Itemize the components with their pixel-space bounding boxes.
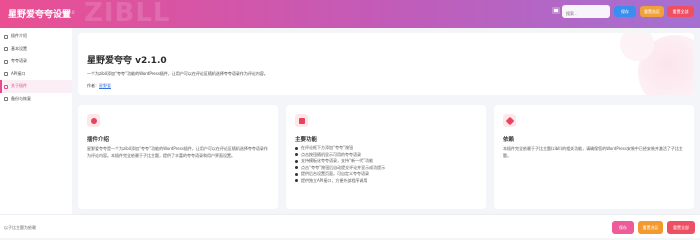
dependency-card: 依赖 本插件完全依赖于子比主题(zibll)的相关功能，请确保您的WordPre…	[494, 105, 694, 209]
card-title: 依赖	[503, 137, 515, 143]
author-label: 作者：	[87, 83, 99, 88]
backup-icon	[4, 97, 8, 102]
card-text: 星野爱夸夸是一个为zibll添加“夸夸”功能的WordPress插件，让用户可以…	[87, 146, 268, 158]
sidebar-item-label: 插件介绍	[11, 33, 27, 38]
sidebar-item-label: API接口	[11, 70, 26, 76]
plugin-icon	[503, 114, 516, 127]
plugin-title: 星野爱夸夸 v2.1.0	[87, 56, 167, 66]
card-title: 插件介绍	[87, 137, 110, 143]
sidebar-item-intro[interactable]: 插件介绍	[0, 30, 72, 43]
version-label: v2.1.0	[62, 10, 75, 15]
home-icon	[4, 34, 8, 39]
expand-icon[interactable]	[552, 7, 560, 14]
sidebar-item-label: 基本设置	[11, 45, 27, 51]
sidebar: 插件介绍 基本设置 夸夸语录 API接口 关于插件 备份与恢复	[0, 28, 72, 214]
sidebar-item-about[interactable]: 关于插件	[0, 80, 72, 93]
features-card: 主要功能 在评论框下方添加“夸夸”按钮 点击按钮随机显示可用的夸夸语录 支持模板…	[286, 105, 486, 209]
footer-bar: 以子比主题为依赖 保存 重置选区 重置全部	[0, 214, 700, 238]
main-content: 星野爱夸夸 v2.1.0 一个为zibll添加“夸夸”功能的WordPress插…	[78, 33, 694, 209]
info-icon	[4, 84, 8, 89]
intro-panel: 星野爱夸夸 v2.1.0 一个为zibll添加“夸夸”功能的WordPress插…	[78, 33, 694, 95]
author-link[interactable]: 星野爱	[99, 83, 111, 88]
sidebar-item-label: 夸夸语录	[11, 58, 27, 64]
sidebar-item-quotes[interactable]: 夸夸语录	[0, 55, 72, 68]
header-watermark: ZIBLL	[84, 0, 171, 28]
gear-icon	[4, 47, 8, 52]
info-icon	[87, 114, 100, 127]
sidebar-item-label: 备份与恢复	[11, 95, 31, 101]
footer-note: 以子比主题为依赖	[4, 225, 36, 230]
sidebar-item-basic[interactable]: 基本设置	[0, 43, 72, 56]
search-input[interactable]	[562, 5, 610, 18]
code-icon	[4, 72, 8, 77]
sidebar-item-label: 关于插件	[11, 83, 27, 89]
plugin-description: 一个为zibll添加“夸夸”功能的WordPress插件，让用户可以在评论区随机…	[87, 71, 268, 76]
list-item: 提供独立API接口，方便外部程序调用	[295, 178, 481, 185]
card-text: 本插件完全依赖于子比主题(zibll)的相关功能，请确保您的WordPress安…	[503, 146, 683, 158]
save-button[interactable]: 保存	[614, 6, 636, 17]
list-icon	[295, 114, 308, 127]
info-cards: 插件介绍 星野爱夸夸是一个为zibll添加“夸夸”功能的WordPress插件，…	[78, 105, 694, 209]
feature-list: 在评论框下方添加“夸夸”按钮 点击按钮随机显示可用的夸夸语录 支持模板化夸夸语录…	[295, 145, 481, 184]
reset-all-button[interactable]: 重置全部	[667, 6, 694, 17]
card-title: 主要功能	[295, 137, 318, 143]
footer-reset-all-button[interactable]: 重置全部	[667, 221, 695, 234]
author-line: 作者：星野爱	[87, 83, 111, 89]
sidebar-item-api[interactable]: API接口	[0, 68, 72, 81]
intro-card: 插件介绍 星野爱夸夸是一个为zibll添加“夸夸”功能的WordPress插件，…	[78, 105, 278, 209]
reset-section-button[interactable]: 重置选区	[640, 6, 664, 17]
footer-save-button[interactable]: 保存	[612, 221, 634, 234]
footer-reset-section-button[interactable]: 重置选区	[638, 221, 663, 234]
chat-icon	[4, 59, 8, 64]
sidebar-item-backup[interactable]: 备份与恢复	[0, 93, 72, 106]
settings-header: ZIBLL 星野爱夸夸设置 v2.1.0 保存 重置选区 重置全部	[0, 0, 700, 28]
